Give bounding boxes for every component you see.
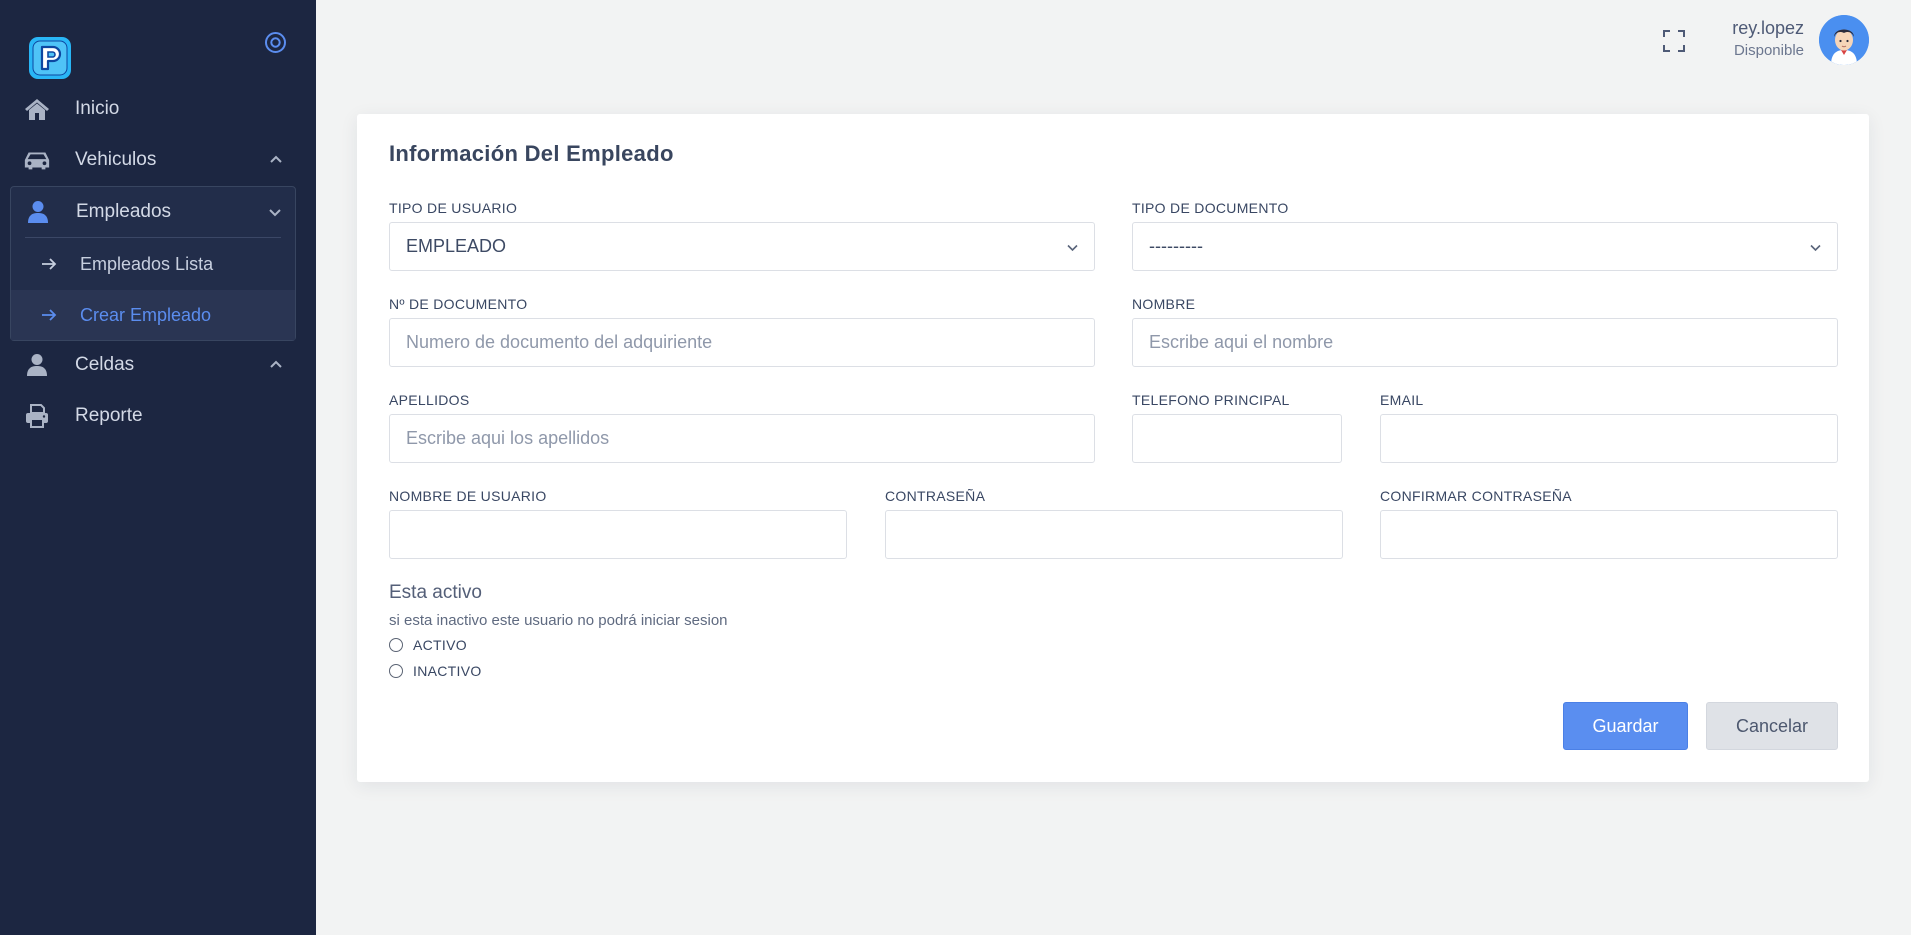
activo-radio[interactable] — [389, 638, 403, 652]
sidebar-item-label: Empleados — [76, 201, 172, 222]
sidebar-item-label: Reporte — [75, 405, 143, 426]
active-section-title: Esta activo — [389, 582, 482, 603]
inactivo-radio[interactable] — [389, 664, 403, 678]
radio-option-inactivo[interactable]: INACTIVO — [389, 663, 482, 679]
arrow-right-icon — [42, 258, 57, 270]
sidebar-item-reporte[interactable]: Reporte — [0, 391, 316, 441]
sidebar-item-inicio[interactable]: Inicio — [0, 84, 316, 134]
sidebar-item-celdas[interactable]: Celdas — [0, 340, 316, 390]
car-icon — [23, 146, 51, 174]
password-confirm-input[interactable] — [1380, 510, 1838, 559]
save-button[interactable]: Guardar — [1563, 702, 1688, 750]
divider — [25, 237, 281, 238]
apellidos-input[interactable] — [389, 414, 1095, 463]
sidebar-group-empleados: Empleados Empleados Lista Crear Empleado — [10, 186, 296, 341]
nombre-label: NOMBRE — [1132, 296, 1196, 312]
password-label: CONTRASEÑA — [885, 488, 986, 504]
employee-form-card: Información Del Empleado TIPO DE USUARIO… — [357, 114, 1869, 782]
radio-label: ACTIVO — [413, 637, 467, 653]
usuario-input[interactable] — [389, 510, 847, 559]
num-documento-input[interactable] — [389, 318, 1095, 367]
sidebar: Inicio Vehiculos Empleados Empleados Lis… — [0, 0, 316, 935]
tipo-documento-label: TIPO DE DOCUMENTO — [1132, 200, 1289, 216]
chevron-down-icon — [1067, 244, 1078, 252]
sidebar-subitem-label: Crear Empleado — [80, 304, 212, 325]
chevron-up-icon — [268, 152, 284, 168]
home-icon — [23, 95, 51, 123]
tipo-usuario-label: TIPO DE USUARIO — [389, 200, 518, 216]
cancel-button[interactable]: Cancelar — [1706, 702, 1838, 750]
radio-option-activo[interactable]: ACTIVO — [389, 637, 467, 653]
tipo-documento-select[interactable]: --------- — [1132, 222, 1838, 271]
sidebar-subitem-empleados-lista[interactable]: Empleados Lista — [11, 239, 295, 289]
telefono-label: TELEFONO PRINCIPAL — [1132, 392, 1290, 408]
tipo-usuario-value: EMPLEADO — [406, 236, 507, 256]
user-icon — [23, 351, 51, 379]
tipo-usuario-select[interactable]: EMPLEADO — [389, 222, 1095, 271]
user-status: Disponible — [1733, 42, 1804, 59]
chevron-down-icon — [267, 204, 283, 220]
sidebar-item-label: Vehiculos — [75, 149, 157, 170]
app-logo[interactable] — [27, 35, 73, 81]
fullscreen-icon[interactable] — [1662, 29, 1686, 53]
password-input[interactable] — [885, 510, 1343, 559]
sidebar-item-label: Celdas — [75, 354, 135, 375]
sidebar-item-label: Inicio — [75, 98, 120, 119]
password-confirm-label: CONFIRMAR CONTRASEÑA — [1380, 488, 1572, 504]
user-icon — [24, 198, 52, 226]
email-field[interactable] — [1380, 414, 1838, 463]
user-name[interactable]: rey.lopez — [1732, 18, 1804, 39]
radio-label: INACTIVO — [413, 663, 482, 679]
tipo-documento-value: --------- — [1149, 236, 1203, 256]
sidebar-item-empleados[interactable]: Empleados — [11, 187, 295, 237]
chevron-up-icon — [268, 357, 284, 373]
email-label: EMAIL — [1380, 392, 1424, 408]
sidebar-item-vehiculos[interactable]: Vehiculos — [0, 135, 316, 185]
chevron-down-icon — [1810, 244, 1821, 252]
page-title: Información Del Empleado — [389, 141, 674, 166]
telefono-input[interactable] — [1132, 414, 1342, 463]
active-section-help: si esta inactivo este usuario no podrá i… — [389, 612, 728, 629]
sidebar-toggle-icon[interactable] — [264, 31, 287, 54]
nombre-input[interactable] — [1132, 318, 1838, 367]
apellidos-label: APELLIDOS — [389, 392, 470, 408]
printer-icon — [23, 402, 51, 430]
usuario-label: NOMBRE DE USUARIO — [389, 488, 547, 504]
arrow-right-icon — [42, 309, 57, 321]
sidebar-subitem-label: Empleados Lista — [80, 253, 214, 274]
sidebar-subitem-crear-empleado[interactable]: Crear Empleado — [11, 290, 295, 340]
num-documento-label: Nº DE DOCUMENTO — [389, 296, 528, 312]
avatar[interactable] — [1819, 15, 1869, 65]
